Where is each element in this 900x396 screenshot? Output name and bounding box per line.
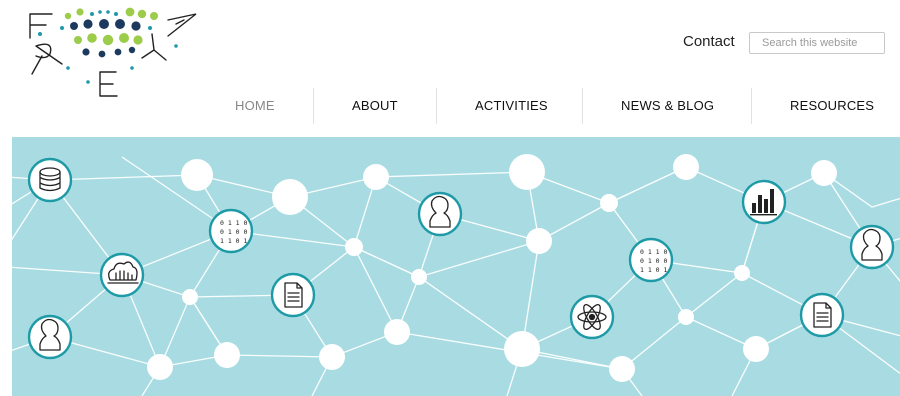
- nav-item-resources[interactable]: RESOURCES: [790, 88, 874, 124]
- nav-divider: [436, 88, 437, 124]
- nav-divider: [313, 88, 314, 124]
- binary-data-icon: 0 1 1 0 0 1 0 0 1 1 0 1: [640, 248, 667, 274]
- main-nav: HOME ABOUT ACTIVITIES NEWS & BLOG RESOUR…: [0, 88, 900, 124]
- nav-item-home[interactable]: HOME: [235, 88, 275, 124]
- svg-text:1 1 0 1: 1 1 0 1: [640, 266, 667, 274]
- icon-node-rings: [27, 157, 895, 360]
- nav-item-news-blog[interactable]: NEWS & BLOG: [621, 88, 714, 124]
- svg-text:1 1 0 1: 1 1 0 1: [220, 237, 247, 245]
- nav-divider: [751, 88, 752, 124]
- hero-banner: 0 1 1 0 0 1 0 0 1 1 0 1 0 1 1 0 0 1 0 0 …: [12, 137, 900, 396]
- nav-item-about[interactable]: ABOUT: [352, 88, 398, 124]
- contact-link[interactable]: Contact: [683, 33, 735, 50]
- svg-text:0 1 0 0: 0 1 0 0: [640, 257, 667, 265]
- svg-text:0 1 1 0: 0 1 1 0: [220, 219, 247, 227]
- search-input[interactable]: [749, 32, 885, 54]
- svg-text:0 1 0 0: 0 1 0 0: [220, 228, 247, 236]
- binary-data-icon: 0 1 1 0 0 1 0 0 1 1 0 1: [220, 219, 247, 245]
- freya-logo[interactable]: [18, 2, 208, 98]
- network-illustration: 0 1 1 0 0 1 0 0 1 1 0 1 0 1 1 0 0 1 0 0 …: [12, 154, 900, 396]
- logo-lettering: [29, 13, 197, 97]
- nav-item-activities[interactable]: ACTIVITIES: [475, 88, 548, 124]
- svg-text:0 1 1 0: 0 1 1 0: [640, 248, 667, 256]
- nav-divider: [582, 88, 583, 124]
